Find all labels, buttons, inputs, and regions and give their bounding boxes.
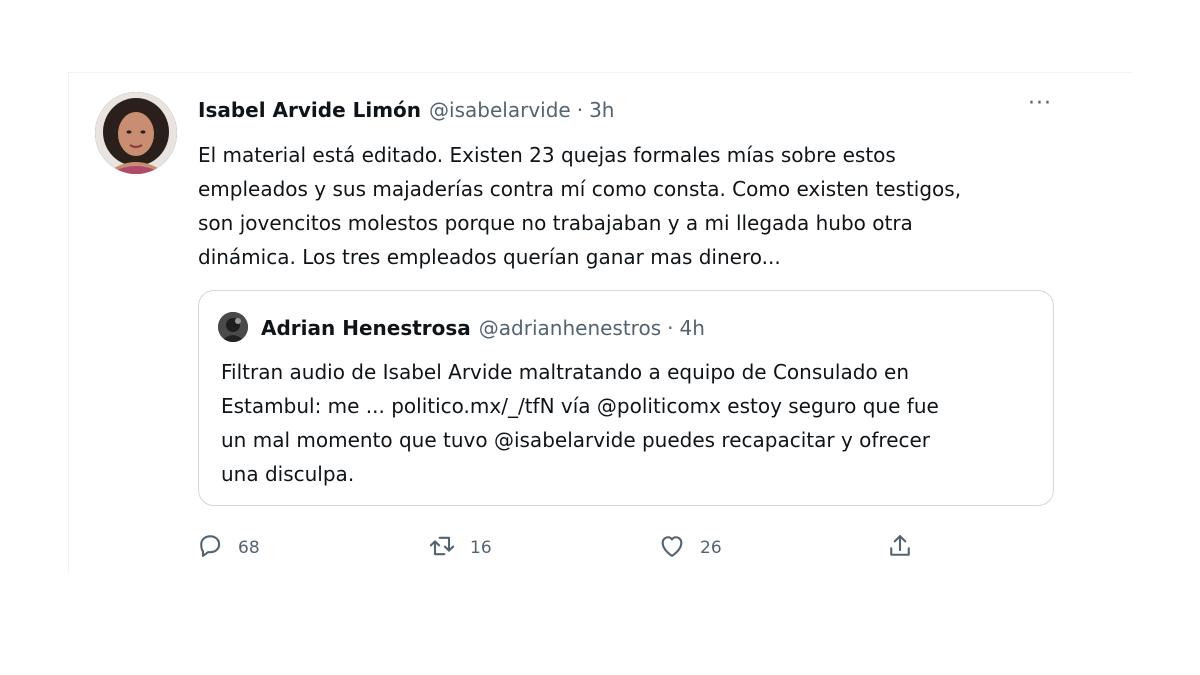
tweet-header: Isabel Arvide Limón @isabelarvide · 3h <box>198 94 614 126</box>
reply-count: 68 <box>238 538 260 558</box>
quoted-author-name: Adrian Henestrosa <box>261 316 471 340</box>
heart-icon <box>658 532 686 565</box>
quoted-author-avatar <box>218 312 248 342</box>
quoted-separator: · <box>667 316 674 340</box>
retweet-button[interactable]: 16 <box>428 530 492 566</box>
reply-icon <box>196 532 224 565</box>
share-icon <box>886 532 914 565</box>
reply-button[interactable]: 68 <box>196 530 260 566</box>
quoted-author-handle: @adrianhenestros <box>478 316 662 340</box>
like-button[interactable]: 26 <box>658 530 722 566</box>
author-name[interactable]: Isabel Arvide Limón <box>198 98 421 122</box>
quoted-text: Filtran audio de Isabel Arvide maltratan… <box>221 360 939 486</box>
quoted-time: 4h <box>679 316 705 340</box>
retweet-icon <box>428 532 456 565</box>
tweet-text: El material está editado. Existen 23 que… <box>198 143 962 269</box>
header-separator: · <box>576 98 584 122</box>
quoted-tweet[interactable]: Adrian Henestrosa @adrianhenestros · 4h … <box>198 290 1054 506</box>
author-handle[interactable]: @isabelarvide <box>429 98 571 122</box>
share-button[interactable] <box>886 530 914 566</box>
action-bar: 68 16 26 <box>196 530 926 566</box>
retweet-count: 16 <box>470 538 492 558</box>
author-avatar[interactable] <box>95 92 177 174</box>
like-count: 26 <box>700 538 722 558</box>
tweet-time[interactable]: 3h <box>589 98 614 122</box>
quoted-header: Adrian Henestrosa @adrianhenestros · 4h <box>261 313 705 343</box>
more-icon[interactable]: ··· <box>1022 93 1058 122</box>
